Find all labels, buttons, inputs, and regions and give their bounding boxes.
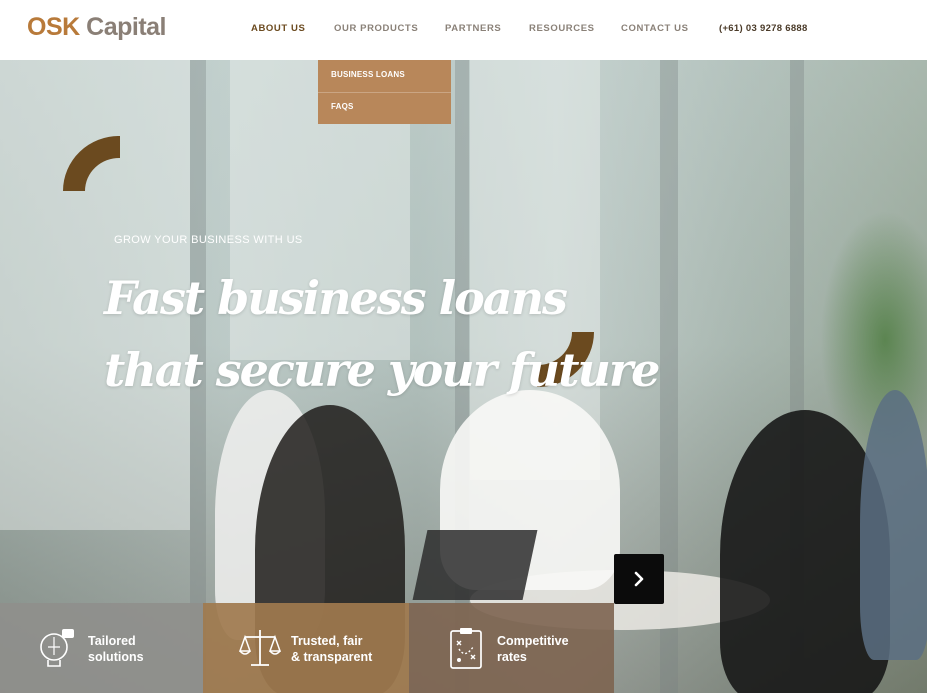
nav-partners[interactable]: PARTNERS xyxy=(445,23,501,34)
nav-resources[interactable]: RESOURCES xyxy=(529,23,595,34)
dropdown-divider xyxy=(318,92,451,93)
hero-headline: Fast business loans that secure your fut… xyxy=(104,262,660,406)
dropdown-item-business-loans[interactable]: BUSINESS LOANS xyxy=(331,70,405,79)
nav-our-products[interactable]: OUR PRODUCTS xyxy=(334,23,418,34)
hero-eyebrow: GROW YOUR BUSINESS WITH US xyxy=(114,234,303,246)
headline-line-2: that secure your future xyxy=(104,343,660,397)
feature-label: Trusted, fair & transparent xyxy=(291,634,373,664)
dropdown-item-faqs[interactable]: FAQS xyxy=(331,102,354,111)
lightbulb-gear-icon xyxy=(40,629,74,667)
products-dropdown-menu: BUSINESS LOANS FAQS xyxy=(318,60,451,124)
logo-primary: OSK xyxy=(27,13,80,41)
headline-line-1: Fast business loans xyxy=(104,271,568,325)
person xyxy=(860,390,927,660)
decorative-arc-icon xyxy=(63,136,120,191)
site-header: OSK Capital ABOUT US OUR PRODUCTS PARTNE… xyxy=(0,0,927,60)
scales-icon xyxy=(238,630,282,666)
hero-banner: GROW YOUR BUSINESS WITH US Fast business… xyxy=(0,60,927,693)
slider-next-button[interactable] xyxy=(614,554,664,604)
phone-link[interactable]: (+61) 03 9278 6888 xyxy=(719,23,808,34)
logo-secondary: Capital xyxy=(86,13,166,41)
logo[interactable]: OSK Capital xyxy=(27,13,166,42)
feature-competitive-rates[interactable]: Competitive rates xyxy=(409,603,614,693)
feature-label: Competitive rates xyxy=(497,634,569,664)
laptop xyxy=(412,530,538,600)
feature-tailored-solutions[interactable]: Tailored solutions xyxy=(0,603,203,693)
feature-label: Tailored solutions xyxy=(88,634,144,664)
nav-contact-us[interactable]: CONTACT US xyxy=(621,23,689,34)
nav-about-us[interactable]: ABOUT US xyxy=(251,23,305,34)
chevron-right-icon xyxy=(634,571,644,587)
clipboard-strategy-icon xyxy=(450,628,482,669)
feature-trusted-fair[interactable]: Trusted, fair & transparent xyxy=(203,603,409,693)
